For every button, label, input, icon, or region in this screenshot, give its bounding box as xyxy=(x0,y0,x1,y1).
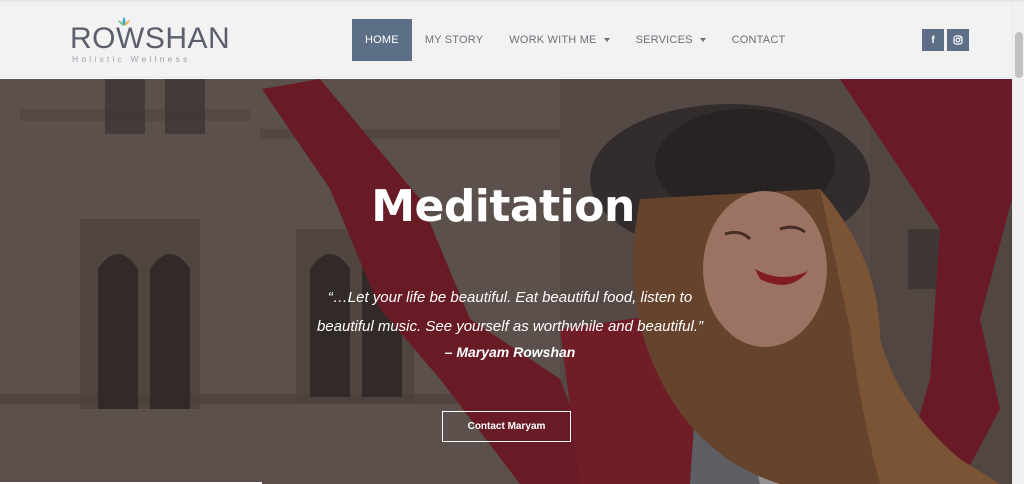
nav-item-my-story[interactable]: MY STORY xyxy=(412,19,496,61)
brand-tagline: Holistic Wellness xyxy=(72,54,191,64)
contact-maryam-button[interactable]: Contact Maryam xyxy=(442,411,571,442)
brand-name: ROWSHAN xyxy=(70,22,231,55)
hero-quote: “…Let your life be beautiful. Eat beauti… xyxy=(300,283,720,341)
chevron-down-icon xyxy=(699,38,706,42)
nav-item-home[interactable]: HOME xyxy=(352,19,412,61)
facebook-icon: f xyxy=(931,34,935,46)
site-logo[interactable]: ROWSHAN Holistic Wellness xyxy=(70,16,230,64)
chevron-down-icon xyxy=(603,38,610,42)
hero-banner: Meditation “…Let your life be beautiful.… xyxy=(0,79,1012,484)
scrollbar-thumb[interactable] xyxy=(1015,32,1023,78)
page-scrollbar[interactable] xyxy=(1012,2,1024,484)
nav-item-work-with-me[interactable]: WORK WITH ME xyxy=(496,19,622,61)
main-nav: HOME MY STORY WORK WITH ME SERVICES CONT… xyxy=(352,19,798,61)
quote-author: – Maryam Rowshan xyxy=(444,344,576,360)
nav-item-services[interactable]: SERVICES xyxy=(623,19,719,61)
quote-line: beautiful music. See yourself as worthwh… xyxy=(316,318,704,335)
nav-label: MY STORY xyxy=(424,34,484,46)
nav-label: HOME xyxy=(365,34,399,46)
instagram-button[interactable] xyxy=(947,29,969,51)
nav-label: CONTACT xyxy=(731,34,786,46)
facebook-button[interactable]: f xyxy=(922,29,944,51)
nav-label: SERVICES xyxy=(635,34,693,46)
nav-item-contact[interactable]: CONTACT xyxy=(719,19,799,61)
hero-title: Meditation xyxy=(371,181,635,232)
instagram-icon xyxy=(953,35,963,45)
nav-label: WORK WITH ME xyxy=(509,34,597,46)
site-header: ROWSHAN Holistic Wellness HOME MY STORY … xyxy=(0,2,1012,78)
quote-line: “…Let your life be beautiful. Eat beauti… xyxy=(327,289,693,306)
